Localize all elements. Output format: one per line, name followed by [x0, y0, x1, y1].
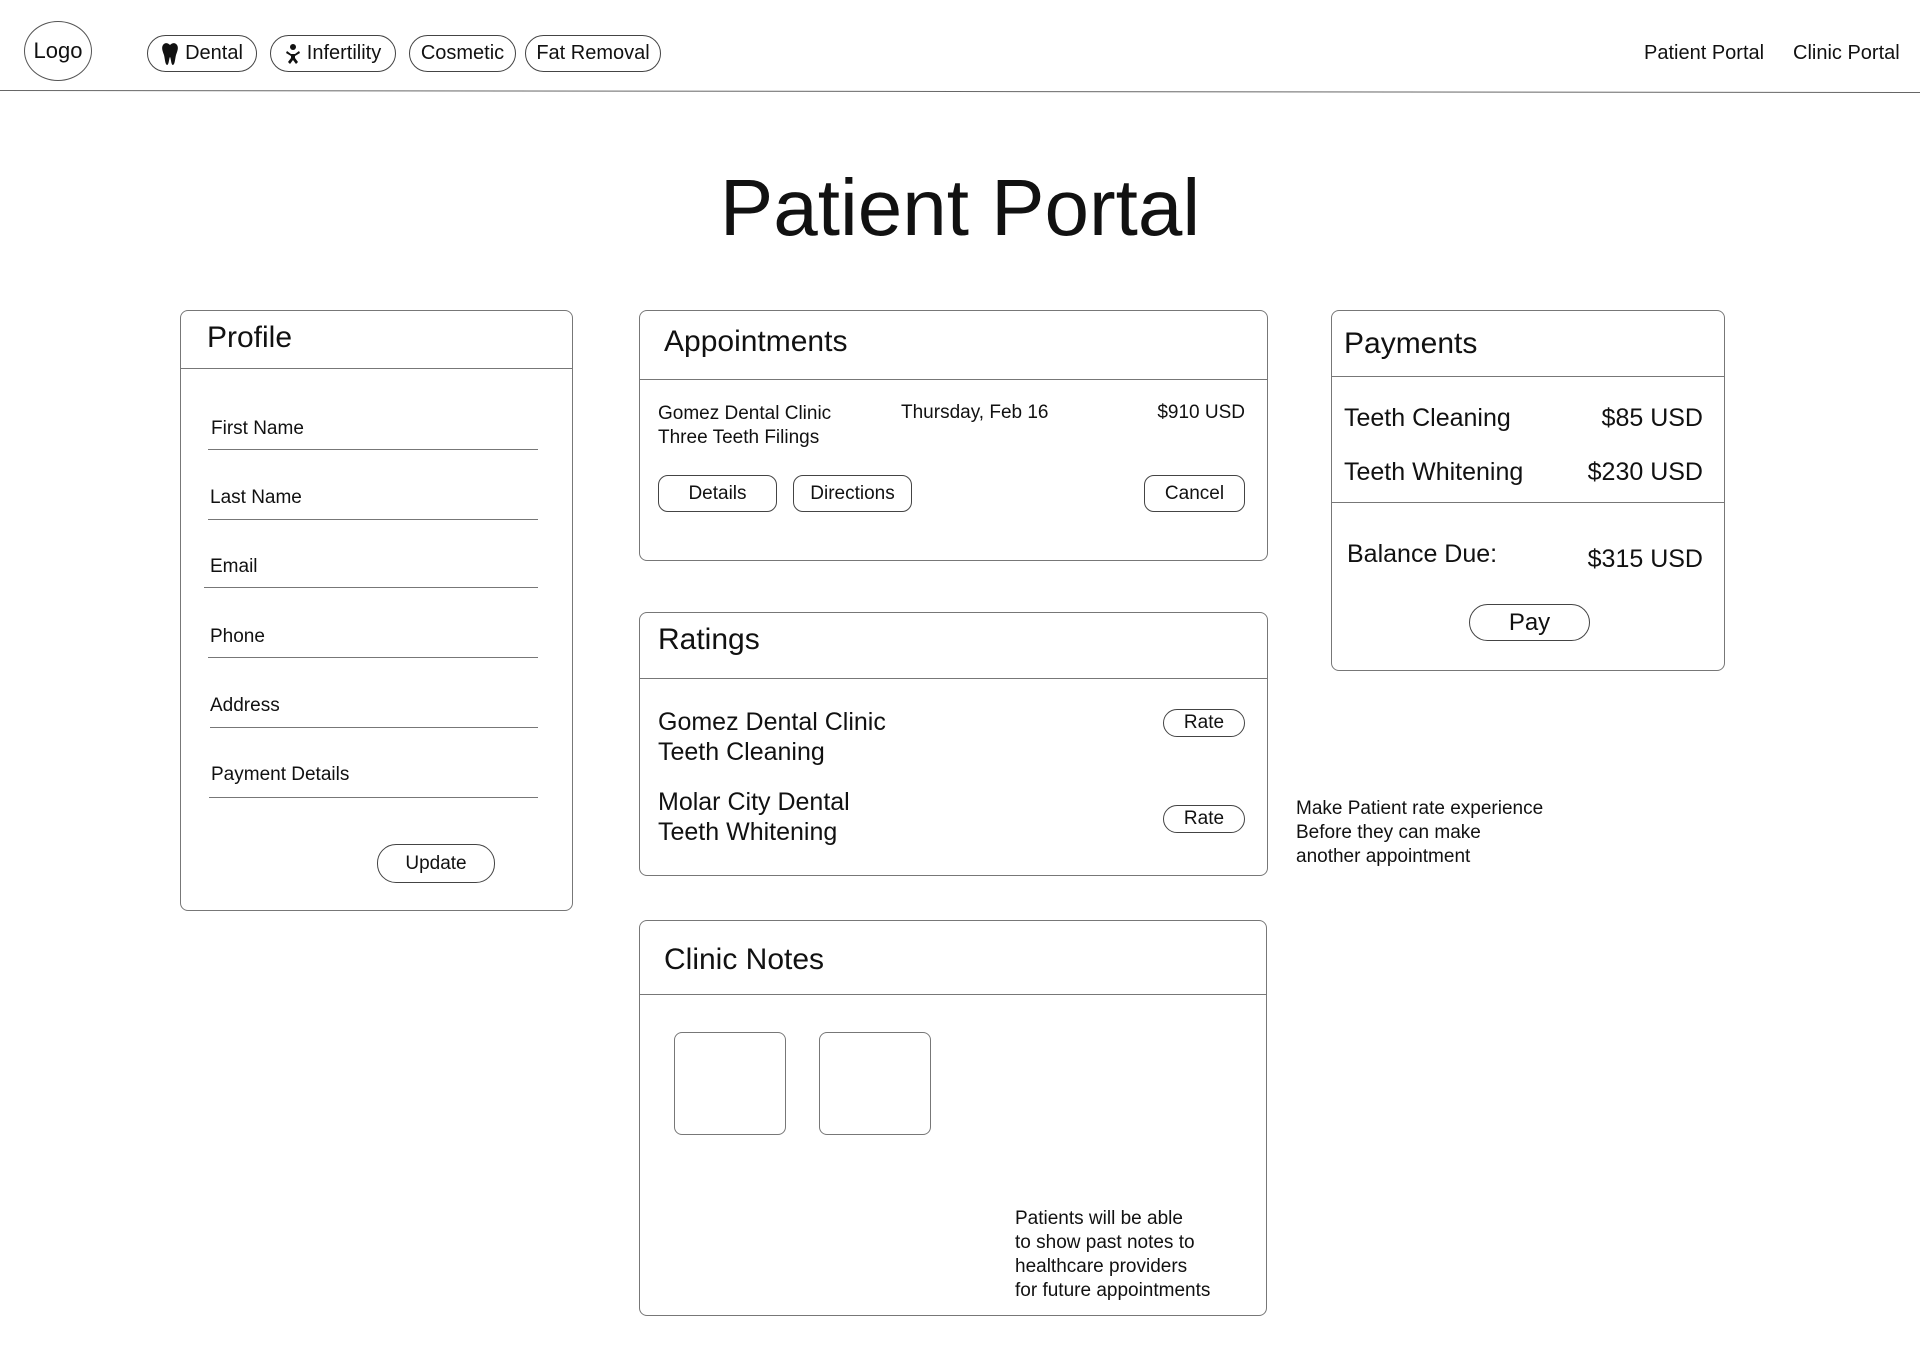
clinic-notes-annotation: Patients will be able to show past notes…	[1015, 1207, 1210, 1303]
payments-total-divider	[1332, 502, 1724, 503]
ratings-card: Ratings Gomez Dental Clinic Teeth Cleani…	[639, 612, 1268, 876]
appointments-title: Appointments	[664, 325, 848, 358]
pay-button[interactable]: Pay	[1469, 604, 1590, 641]
logo[interactable]: Logo	[24, 21, 92, 81]
annotation-line: Patients will be able	[1015, 1208, 1183, 1229]
last-name-field[interactable]	[208, 519, 538, 520]
update-button-label: Update	[405, 852, 467, 874]
nav-category-label: Fat Removal	[536, 42, 650, 64]
payment-details-field[interactable]	[209, 797, 538, 798]
balance-due-amount: $315 USD	[1587, 545, 1703, 573]
email-label: Email	[210, 556, 258, 577]
appointments-title-divider	[640, 379, 1267, 380]
rate-button[interactable]: Rate	[1163, 805, 1245, 833]
payments-title-divider	[1332, 376, 1724, 377]
rating-procedure: Teeth Whitening	[658, 818, 838, 846]
profile-card: Profile First Name Last Name Email Phone…	[180, 310, 573, 911]
nav-category-infertility[interactable]: Infertility	[270, 35, 396, 72]
annotation-line: for future appointments	[1015, 1280, 1211, 1301]
phone-field[interactable]	[208, 657, 538, 658]
rating-procedure: Teeth Cleaning	[658, 738, 825, 766]
payment-item-amount: $85 USD	[1601, 404, 1703, 432]
profile-title: Profile	[207, 321, 293, 354]
directions-button[interactable]: Directions	[793, 475, 912, 512]
appointments-card: Appointments Gomez Dental Clinic Three T…	[639, 310, 1268, 561]
nav-category-label: Infertility	[306, 42, 382, 64]
appointment-price: $910 USD	[1157, 402, 1245, 423]
nav-category-dental[interactable]: Dental	[147, 35, 257, 72]
first-name-field[interactable]	[208, 449, 538, 450]
rate-button-label: Rate	[1183, 712, 1225, 733]
cancel-button[interactable]: Cancel	[1144, 475, 1245, 512]
annotation-line: Before they can make	[1296, 822, 1481, 843]
patient-portal-page: Logo Dental Infertility Cosmetic Fat Rem…	[0, 0, 1920, 1368]
phone-label: Phone	[210, 626, 265, 647]
nav-divider	[0, 90, 1920, 94]
rating-clinic: Molar City Dental	[658, 788, 850, 816]
clinic-notes-title: Clinic Notes	[664, 943, 825, 976]
nav-category-fat-removal[interactable]: Fat Removal	[525, 35, 661, 72]
payments-title: Payments	[1344, 327, 1478, 360]
cancel-button-label: Cancel	[1164, 482, 1225, 504]
directions-button-label: Directions	[810, 482, 895, 504]
payment-item-amount: $230 USD	[1587, 458, 1703, 486]
pay-button-label: Pay	[1508, 608, 1551, 636]
email-field[interactable]	[204, 587, 538, 588]
balance-due-label: Balance Due:	[1347, 540, 1498, 568]
details-button-label: Details	[688, 482, 747, 504]
annotation-line: another appointment	[1296, 846, 1471, 867]
clinic-notes-card: Clinic Notes Patients will be able to sh…	[639, 920, 1267, 1316]
rate-button[interactable]: Rate	[1163, 709, 1245, 737]
note-thumbnail[interactable]	[674, 1032, 786, 1135]
appointment-clinic: Gomez Dental Clinic	[658, 403, 832, 424]
payment-item-label: Teeth Whitening	[1344, 458, 1524, 486]
logo-text: Logo	[33, 38, 83, 63]
note-thumbnail[interactable]	[819, 1032, 931, 1135]
ratings-annotation: Make Patient rate experience Before they…	[1296, 797, 1543, 869]
baby-icon	[285, 43, 301, 65]
clinic-notes-title-divider	[640, 994, 1266, 995]
annotation-line: Make Patient rate experience	[1296, 798, 1544, 819]
nav-category-label: Cosmetic	[420, 42, 505, 64]
payment-item-label: Teeth Cleaning	[1344, 404, 1511, 432]
ratings-title-divider	[640, 678, 1267, 679]
page-title: Patient Portal	[719, 163, 1201, 252]
first-name-label: First Name	[211, 418, 304, 439]
profile-title-divider	[181, 368, 572, 369]
details-button[interactable]: Details	[658, 475, 777, 512]
ratings-title: Ratings	[658, 623, 760, 656]
nav-category-cosmetic[interactable]: Cosmetic	[409, 35, 516, 72]
rate-button-label: Rate	[1183, 808, 1225, 829]
update-button[interactable]: Update	[377, 844, 495, 883]
nav-category-label: Dental	[185, 42, 243, 64]
rating-clinic: Gomez Dental Clinic	[658, 708, 886, 736]
payment-details-label: Payment Details	[211, 764, 350, 785]
last-name-label: Last Name	[210, 487, 302, 508]
payments-card: Payments Teeth Cleaning $85 USD Teeth Wh…	[1331, 310, 1725, 671]
appointment-date: Thursday, Feb 16	[901, 402, 1049, 423]
nav-link-patient-portal[interactable]: Patient Portal	[1644, 42, 1764, 65]
appointment-procedure: Three Teeth Filings	[658, 427, 820, 448]
nav-link-clinic-portal[interactable]: Clinic Portal	[1793, 42, 1900, 65]
address-label: Address	[210, 695, 280, 716]
annotation-line: to show past notes to	[1015, 1232, 1195, 1253]
annotation-line: healthcare providers	[1015, 1256, 1188, 1277]
address-field[interactable]	[210, 727, 538, 728]
tooth-icon	[161, 42, 179, 66]
